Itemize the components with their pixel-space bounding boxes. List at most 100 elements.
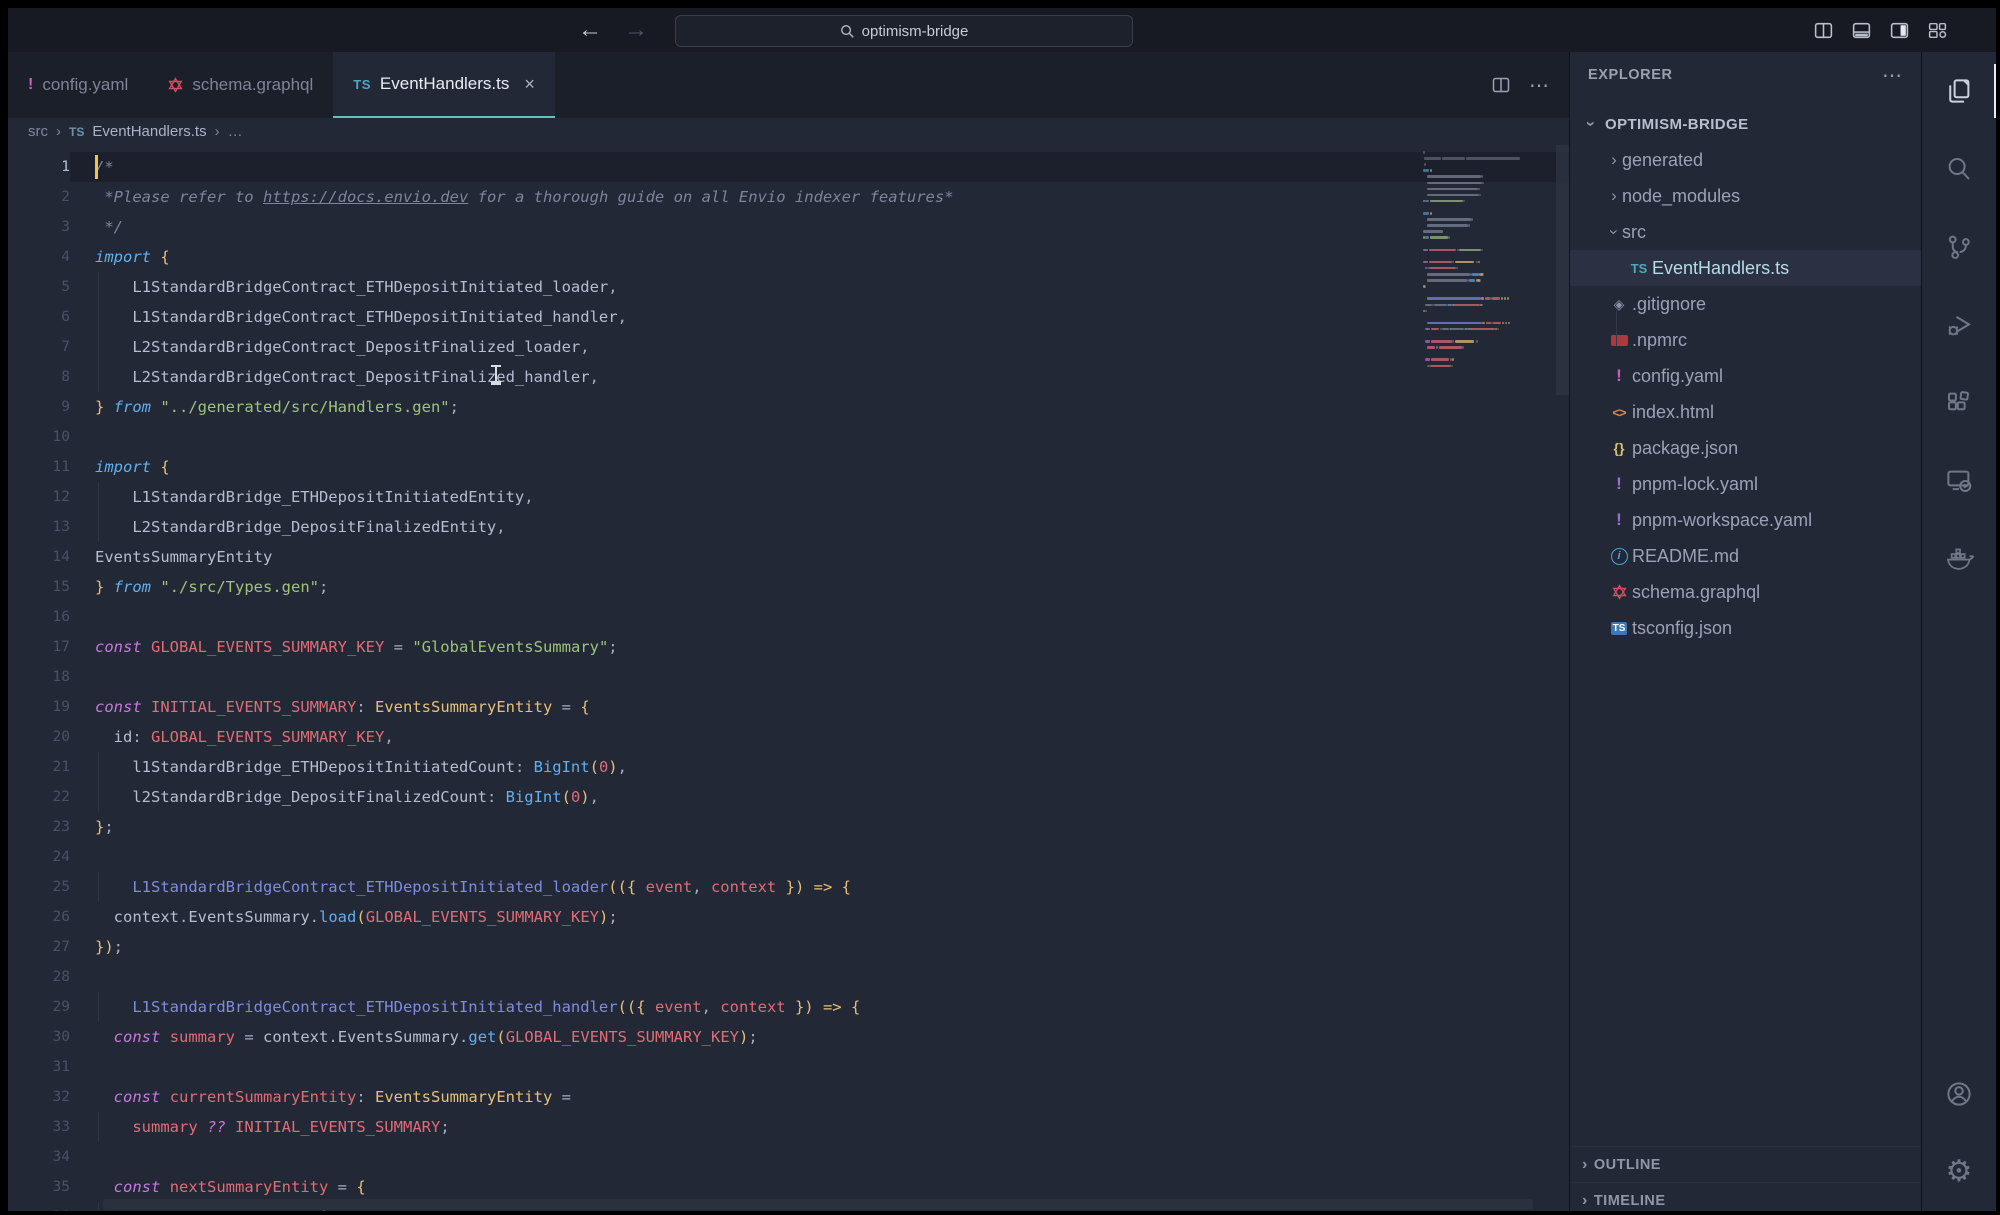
code-line-10[interactable]: 10 (8, 422, 1569, 452)
code-line-34[interactable]: 34 (8, 1142, 1569, 1172)
line-content: L1StandardBridgeContract_ETHDepositIniti… (70, 992, 1569, 1022)
extensions-icon[interactable] (1922, 364, 1996, 442)
tree-item-config-yaml[interactable]: !config.yaml (1570, 358, 1921, 394)
code-line-30[interactable]: 30 const summary = context.EventsSummary… (8, 1022, 1569, 1052)
tab-schema-graphql[interactable]: schema.graphql (148, 52, 333, 118)
code-line-28[interactable]: 28 (8, 962, 1569, 992)
code-line-32[interactable]: 32 const currentSummaryEntity: EventsSum… (8, 1082, 1569, 1112)
code-line-25[interactable]: 25 L1StandardBridgeContract_ETHDepositIn… (8, 872, 1569, 902)
line-content (70, 1142, 1569, 1172)
line-number: 28 (8, 962, 70, 992)
nav-back-icon[interactable]: ← (578, 16, 602, 44)
minimap[interactable] (1421, 145, 1554, 395)
code-line-26[interactable]: 26 context.EventsSummary.load(GLOBAL_EVE… (8, 902, 1569, 932)
tree-item-src[interactable]: ›src (1570, 214, 1921, 250)
panel-outline[interactable]: ›OUTLINE (1570, 1146, 1921, 1182)
panel-timeline[interactable]: ›TIMELINE (1570, 1182, 1921, 1211)
command-center-search[interactable]: optimism-bridge (675, 15, 1133, 47)
tsconfig-icon: TS (1606, 622, 1632, 635)
line-content: EventsSummaryEntity (70, 542, 1569, 572)
tree-item-package-json[interactable]: {}package.json (1570, 430, 1921, 466)
account-icon[interactable] (1922, 1055, 1996, 1133)
breadcrumb-file[interactable]: EventHandlers.ts (92, 123, 206, 140)
code-line-7[interactable]: 7 L2StandardBridgeContract_DepositFinali… (8, 332, 1569, 362)
tree-item-tsconfig-json[interactable]: TStsconfig.json (1570, 610, 1921, 646)
code-line-2[interactable]: 2 *Please refer to https://docs.envio.de… (8, 182, 1569, 212)
code-line-14[interactable]: 14EventsSummaryEntity (8, 542, 1569, 572)
layout-panel-icon[interactable] (1851, 20, 1872, 41)
vertical-scrollbar[interactable] (1556, 145, 1569, 395)
tree-item--gitignore[interactable]: ◈.gitignore (1570, 286, 1921, 322)
typescript-icon: TS (353, 77, 371, 92)
tree-item-schema-graphql[interactable]: schema.graphql (1570, 574, 1921, 610)
layout-columns-icon[interactable] (1813, 20, 1834, 41)
source-control-icon[interactable] (1922, 208, 1996, 286)
code-line-33[interactable]: 33 summary ?? INITIAL_EVENTS_SUMMARY; (8, 1112, 1569, 1142)
tree-item-node-modules[interactable]: ›node_modules (1570, 178, 1921, 214)
tab-label: schema.graphql (192, 75, 313, 95)
code-line-21[interactable]: 21 l1StandardBridge_ETHDepositInitiatedC… (8, 752, 1569, 782)
tree-item-optimism-bridge[interactable]: ›OPTIMISM-BRIDGE (1570, 106, 1921, 142)
code-line-1[interactable]: 1/* (8, 152, 1569, 182)
tree-item-index-html[interactable]: <>index.html (1570, 394, 1921, 430)
code-line-19[interactable]: 19const INITIAL_EVENTS_SUMMARY: EventsSu… (8, 692, 1569, 722)
code-line-5[interactable]: 5 L1StandardBridgeContract_ETHDepositIni… (8, 272, 1569, 302)
line-number: 30 (8, 1022, 70, 1052)
tree-item-readme-md[interactable]: iREADME.md (1570, 538, 1921, 574)
code-area[interactable]: 1/*2 *Please refer to https://docs.envio… (8, 145, 1569, 1211)
code-line-8[interactable]: 8 L2StandardBridgeContract_DepositFinali… (8, 362, 1569, 392)
remote-explorer-icon[interactable] (1922, 442, 1996, 520)
line-number: 17 (8, 632, 70, 662)
docker-icon[interactable] (1922, 520, 1996, 598)
code-line-6[interactable]: 6 L1StandardBridgeContract_ETHDepositIni… (8, 302, 1569, 332)
line-number: 22 (8, 782, 70, 812)
line-number: 26 (8, 902, 70, 932)
breadcrumb-folder[interactable]: src (28, 123, 48, 140)
code-line-23[interactable]: 23}; (8, 812, 1569, 842)
nav-forward-icon[interactable]: → (624, 16, 648, 44)
explorer-more-actions-icon[interactable]: ⋯ (1882, 63, 1903, 88)
code-line-27[interactable]: 27}); (8, 932, 1569, 962)
tree-item-eventhandlers-ts[interactable]: TSEventHandlers.ts (1570, 250, 1921, 286)
code-line-18[interactable]: 18 (8, 662, 1569, 692)
layout-sidebar-right-icon[interactable] (1889, 20, 1910, 41)
split-editor-icon[interactable] (1491, 75, 1511, 95)
line-number: 3 (8, 212, 70, 242)
chevron-right-icon: › (1606, 186, 1622, 206)
line-content: L1StandardBridgeContract_ETHDepositIniti… (70, 872, 1569, 902)
layout-customize-icon[interactable] (1927, 20, 1948, 41)
code-line-9[interactable]: 9} from "../generated/src/Handlers.gen"; (8, 392, 1569, 422)
more-actions-icon[interactable]: ⋯ (1529, 73, 1549, 98)
code-line-11[interactable]: 11import { (8, 452, 1569, 482)
editor-group: ! config.yaml schema.graphql TS EventHan… (8, 52, 1570, 1211)
code-line-17[interactable]: 17const GLOBAL_EVENTS_SUMMARY_KEY = "Glo… (8, 632, 1569, 662)
explorer-icon[interactable] (1922, 52, 1996, 130)
line-number: 23 (8, 812, 70, 842)
settings-icon[interactable]: ⚙ (1922, 1133, 1996, 1211)
breadcrumb-symbol[interactable]: … (228, 123, 243, 140)
tree-item-pnpm-lock-yaml[interactable]: !pnpm-lock.yaml (1570, 466, 1921, 502)
close-tab-icon[interactable]: × (524, 74, 535, 95)
tab-eventhandlers-ts[interactable]: TS EventHandlers.ts × (333, 52, 555, 118)
code-line-13[interactable]: 13 L2StandardBridge_DepositFinalizedEnti… (8, 512, 1569, 542)
code-line-15[interactable]: 15} from "./src/Types.gen"; (8, 572, 1569, 602)
code-line-16[interactable]: 16 (8, 602, 1569, 632)
search-icon[interactable] (1922, 130, 1996, 208)
line-number: 14 (8, 542, 70, 572)
code-line-12[interactable]: 12 L1StandardBridge_ETHDepositInitiatedE… (8, 482, 1569, 512)
code-line-22[interactable]: 22 l2StandardBridge_DepositFinalizedCoun… (8, 782, 1569, 812)
code-line-20[interactable]: 20 id: GLOBAL_EVENTS_SUMMARY_KEY, (8, 722, 1569, 752)
code-line-35[interactable]: 35 const nextSummaryEntity = { (8, 1172, 1569, 1202)
code-line-29[interactable]: 29 L1StandardBridgeContract_ETHDepositIn… (8, 992, 1569, 1022)
tree-item-pnpm-workspace-yaml[interactable]: !pnpm-workspace.yaml (1570, 502, 1921, 538)
code-line-24[interactable]: 24 (8, 842, 1569, 872)
html-icon: <> (1606, 405, 1632, 420)
code-line-4[interactable]: 4import { (8, 242, 1569, 272)
tree-item-generated[interactable]: ›generated (1570, 142, 1921, 178)
code-line-3[interactable]: 3 */ (8, 212, 1569, 242)
horizontal-scrollbar[interactable] (103, 1199, 1533, 1210)
tree-item--npmrc[interactable]: .npmrc (1570, 322, 1921, 358)
code-line-31[interactable]: 31 (8, 1052, 1569, 1082)
tab-config-yaml[interactable]: ! config.yaml (8, 52, 148, 118)
run-debug-icon[interactable] (1922, 286, 1996, 364)
